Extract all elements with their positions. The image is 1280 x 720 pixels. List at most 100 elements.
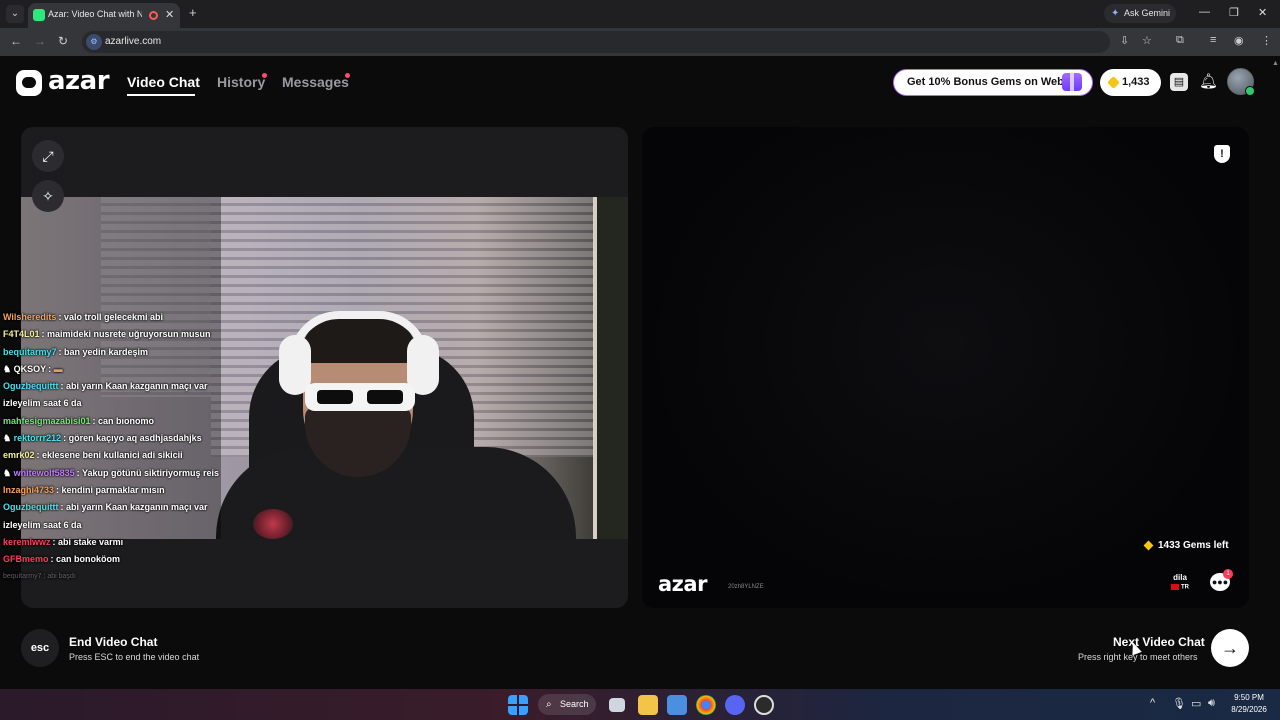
reload-icon[interactable]: ↻ — [58, 34, 68, 48]
chrome-taskbar-icon[interactable] — [696, 695, 716, 715]
shop-icon[interactable]: ▤ — [1170, 73, 1188, 91]
back-arrow-icon[interactable]: ← — [10, 34, 22, 48]
user-avatar[interactable] — [1227, 68, 1255, 96]
task-view-icon[interactable] — [609, 698, 625, 712]
end-chat-hint: Press ESC to end the video chat — [69, 652, 200, 662]
chat-username: mahfesigmazabisi01 — [3, 415, 91, 426]
taskbar-search-button[interactable]: ⌕ Search — [538, 694, 596, 715]
chat-text: : — [48, 363, 52, 374]
obs-icon[interactable] — [754, 695, 774, 715]
chat-badge-icon: ♞ — [3, 467, 12, 478]
chat-text: : ban yedin kardeşim — [58, 346, 149, 357]
chat-username: keremlwwz — [3, 536, 51, 547]
chat-message: ♞ QKSOY: ▬ — [3, 361, 228, 378]
promo-label: Get 10% Bonus Gems on Web! — [907, 76, 1068, 88]
nav-video-chat[interactable]: Video Chat — [127, 74, 200, 90]
chat-unread-badge: 1 — [1223, 569, 1233, 579]
history-notification-dot — [262, 73, 267, 78]
gem-icon — [1143, 540, 1154, 551]
discord-icon[interactable] — [725, 695, 745, 715]
shield-icon[interactable]: ! — [1214, 145, 1230, 163]
microphone-icon[interactable]: 🎙︎ — [1172, 697, 1186, 710]
chat-username: whitewolf5835 — [13, 467, 75, 478]
chat-username: bequitarmy7 — [3, 346, 57, 357]
chat-text: : gören kaçıyo aq asdhjasdahjks — [63, 433, 202, 444]
microsoft-store-icon[interactable] — [667, 695, 687, 715]
network-icon[interactable]: ▭ — [1191, 697, 1201, 710]
end-chat-esc-button[interactable]: esc — [21, 629, 59, 667]
bookmark-star-icon[interactable]: ☆ — [1142, 34, 1152, 47]
sunglasses — [305, 383, 415, 411]
chat-username: Inzaghi4733 — [3, 484, 55, 495]
chat-message: emrk02: eklesene beni kullanici adi siki… — [3, 447, 228, 464]
windows-start-icon[interactable] — [508, 695, 528, 715]
notification-bell-icon[interactable]: 🔔︎ — [1199, 73, 1218, 91]
azar-logo-icon[interactable] — [16, 70, 42, 96]
chat-message: Oguzbequittt: abi yarın Kaan kazganın ma… — [3, 378, 228, 395]
azar-watermark-logo: azar — [658, 572, 707, 596]
tab-title: Azar: Video Chat with New — [48, 9, 142, 19]
nav-history[interactable]: History — [217, 74, 265, 90]
chat-text: : can bıonomo — [92, 415, 155, 426]
chat-username: Oguzbequittt — [3, 381, 59, 392]
chat-text: : valo troll gelecekmi abi — [58, 312, 163, 322]
browser-tab-active[interactable]: Azar: Video Chat with New ✕ — [28, 3, 180, 28]
media-controls-icon[interactable]: ≡ — [1210, 34, 1216, 46]
chat-text: : kendini parmaklar mısın — [56, 484, 165, 495]
next-chat-title[interactable]: Next Video Chat — [1113, 635, 1205, 649]
tray-overflow-icon[interactable]: ^ — [1150, 697, 1155, 709]
tab-search-button[interactable]: ⌄ — [6, 5, 24, 23]
taskbar-clock[interactable]: 9:50 PM 8/29/2026 — [1224, 692, 1274, 716]
nav-messages[interactable]: Messages — [282, 74, 349, 90]
chat-message: ♞ rektorrr212: gören kaçıyo aq asdhjasda… — [3, 430, 228, 447]
file-explorer-icon[interactable] — [638, 695, 658, 715]
windows-taskbar: ⌕ Search ^ 🎙︎ ▭ 🔊︎ 9:50 PM 8/29/2026 — [0, 689, 1280, 720]
extensions-icon[interactable]: ⧉ — [1176, 34, 1184, 47]
chat-message: mahfesigmazabisi01: can bıonomo — [3, 413, 228, 430]
minimize-button[interactable]: — — [1199, 6, 1210, 18]
clock-time: 9:50 PM — [1234, 693, 1264, 702]
volume-icon[interactable]: 🔊︎ — [1208, 697, 1215, 710]
gem-icon — [1107, 76, 1120, 89]
azar-logo-text[interactable]: azar — [48, 66, 110, 96]
tab-close-button[interactable]: ✕ — [165, 8, 174, 21]
next-chat-arrow-button[interactable]: → — [1211, 629, 1249, 667]
chat-message: izleyelim saat 6 da — [3, 395, 228, 412]
gift-icon — [1062, 73, 1082, 91]
partner-video-panel: ! 1433 Gems left azar 20zh8YLNZE dila TR… — [642, 127, 1249, 608]
gems-count: 1,433 — [1122, 76, 1150, 88]
profile-icon[interactable]: ◉ — [1234, 34, 1244, 47]
address-bar[interactable]: ⚙ azarlive.com — [82, 31, 1110, 53]
chat-text: izleyelim saat 6 da — [3, 398, 82, 409]
chat-badge-icon: ♞ — [3, 363, 12, 374]
gems-balance-button[interactable]: 1,433 — [1100, 69, 1161, 96]
close-window-button[interactable]: ✕ — [1258, 6, 1267, 19]
gems-left-text: 1433 Gems left — [1158, 540, 1229, 551]
maximize-button[interactable]: ❐ — [1229, 6, 1239, 19]
chat-message: F4T4L01: maimideki nusrete uğruyorsun mu… — [3, 326, 228, 343]
ask-gemini-button[interactable]: ✦ Ask Gemini — [1104, 4, 1176, 23]
ask-gemini-label: Ask Gemini — [1124, 8, 1171, 18]
scrollbar-up-arrow[interactable]: ▲ — [1272, 60, 1279, 70]
chat-text: : abi yarın Kaan kazganın maçı var — [60, 502, 208, 513]
browser-tab-strip: ⌄ Azar: Video Chat with New ✕ + ✦ Ask Ge… — [0, 0, 1280, 28]
expand-icon[interactable]: ⤢ — [32, 140, 64, 172]
end-chat-title[interactable]: End Video Chat — [69, 635, 157, 649]
install-app-icon[interactable]: ⇩ — [1120, 34, 1129, 47]
forward-arrow-icon[interactable]: → — [34, 34, 46, 48]
chat-badge-icon: ♞ — [3, 433, 12, 444]
chat-text: : maimideki nusrete uğruyorsun musun — [41, 329, 211, 340]
taskbar-search-label: Search — [560, 699, 589, 709]
stream-chat-overlay: Wilsheredits: valo troll gelecekmi abi F… — [3, 309, 228, 586]
chat-username: Wilsheredits — [3, 312, 57, 322]
chat-text: : Yakup götünü siktiriyormuş reis — [76, 467, 219, 478]
new-tab-button[interactable]: + — [189, 5, 197, 20]
chrome-menu-icon[interactable]: ⋮ — [1261, 34, 1272, 47]
bonus-gems-promo-button[interactable]: Get 10% Bonus Gems on Web! — [893, 69, 1093, 96]
recording-indicator-icon — [149, 11, 158, 20]
browser-toolbar: ← → ↻ ⚙ azarlive.com ⇩ ☆ ⧉ ≡ ◉ ⋮ — [0, 28, 1280, 56]
site-info-icon[interactable]: ⚙ — [86, 34, 102, 50]
chat-text: : abi stake varmı — [52, 536, 124, 547]
partner-info[interactable]: dila TR — [1162, 573, 1198, 591]
magic-wand-icon[interactable]: ✧ — [32, 180, 64, 212]
